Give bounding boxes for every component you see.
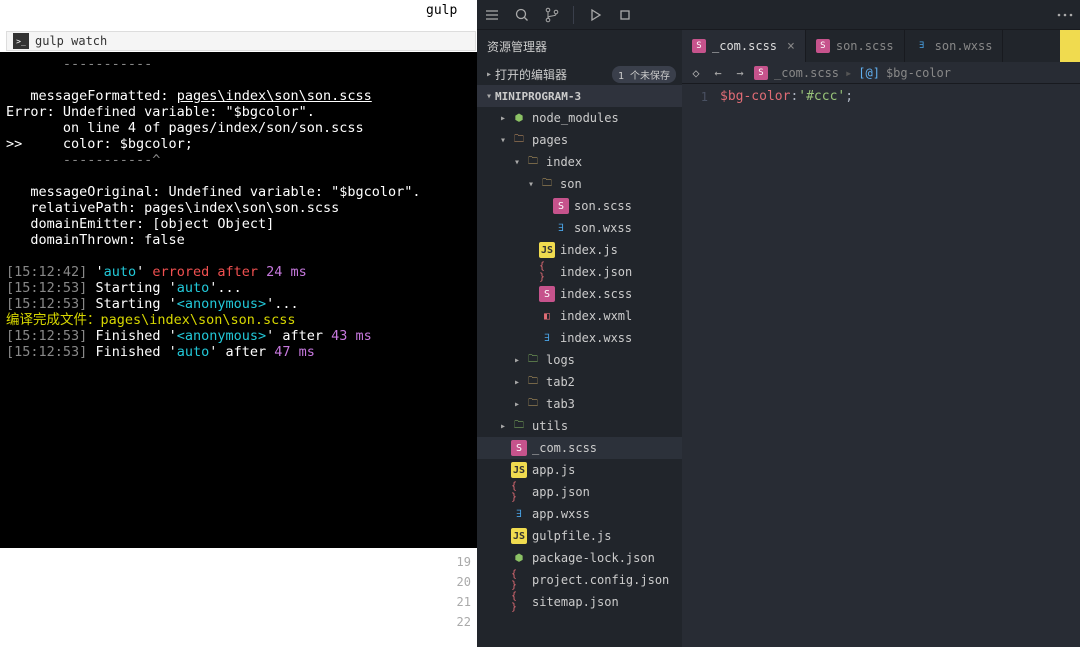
unsaved-badge: 1 个未保存 <box>612 66 676 83</box>
code-editor[interactable]: 1 $bg-color:'#ccc'; <box>682 84 1080 647</box>
tab-js-overflow[interactable] <box>1060 30 1080 62</box>
branch-icon[interactable] <box>541 4 563 26</box>
json-file-icon: { } <box>511 594 527 610</box>
wxss-file-icon: ∃ <box>915 39 929 53</box>
editor-column: S _com.scss × S son.scss ∃ son.wxss ◇ ← <box>682 30 1080 647</box>
tree-index-wxml[interactable]: ◧index.wxml <box>477 305 682 327</box>
folder-icon: 🗀 <box>511 418 527 434</box>
scss-file-icon: S <box>816 39 830 53</box>
scss-file-icon: S <box>511 440 527 456</box>
back-icon[interactable]: ← <box>710 65 726 81</box>
tree-sitemap[interactable]: { }sitemap.json <box>477 591 682 613</box>
tab-son-scss[interactable]: S son.scss <box>806 30 905 62</box>
cut-off-text: gulp <box>426 3 457 18</box>
editor-tabs: S _com.scss × S son.scss ∃ son.wxss <box>682 30 1080 62</box>
bookmark-icon[interactable]: ◇ <box>688 65 704 81</box>
scss-file-icon: S <box>553 198 569 214</box>
folder-open-icon: 🗀 <box>539 176 555 192</box>
scss-file-icon: S <box>754 66 768 80</box>
json-file-icon: { } <box>511 572 527 588</box>
tree-index[interactable]: ▾🗀index <box>477 151 682 173</box>
json-file-icon: ⬢ <box>511 550 527 566</box>
code-content[interactable]: $bg-color:'#ccc'; <box>716 84 1080 647</box>
folder-icon: ⬢ <box>511 110 527 126</box>
wxss-file-icon: ∃ <box>553 220 569 236</box>
folder-icon: 🗀 <box>525 396 541 412</box>
tree-tab2[interactable]: ▸🗀tab2 <box>477 371 682 393</box>
forward-icon[interactable]: → <box>732 65 748 81</box>
tree-son-wxss[interactable]: ∃son.wxss <box>477 217 682 239</box>
project-header[interactable]: ▾ MINIPROGRAM-3 <box>477 85 682 107</box>
terminal-output[interactable]: ----------- messageFormatted: pages\inde… <box>0 52 477 548</box>
top-toolbar <box>477 0 1080 30</box>
line-number-gutter: 1 <box>682 84 716 647</box>
close-icon[interactable]: × <box>787 39 795 54</box>
terminal-title: gulp watch <box>35 34 107 48</box>
tree-node-modules[interactable]: ▸⬢node_modules <box>477 107 682 129</box>
tab-com-scss[interactable]: S _com.scss × <box>682 30 806 62</box>
terminal-title-bar[interactable]: >_ gulp watch <box>6 31 476 51</box>
tree-son-scss[interactable]: Sson.scss <box>477 195 682 217</box>
chevron-down-icon: ▾ <box>483 91 495 102</box>
js-file-icon: JS <box>511 528 527 544</box>
tree-index-json[interactable]: { }index.json <box>477 261 682 283</box>
tree-com-scss[interactable]: S_com.scss <box>477 437 682 459</box>
tree-tab3[interactable]: ▸🗀tab3 <box>477 393 682 415</box>
tab-son-wxss[interactable]: ∃ son.wxss <box>905 30 1004 62</box>
folder-icon: 🗀 <box>525 352 541 368</box>
scss-file-icon: S <box>539 286 555 302</box>
tree-son[interactable]: ▾🗀son <box>477 173 682 195</box>
wxml-file-icon: ◧ <box>539 308 555 324</box>
menu-icon[interactable] <box>481 4 503 26</box>
folder-icon: 🗀 <box>525 374 541 390</box>
breadcrumb[interactable]: ◇ ← → S _com.scss ▸ [@] $bg-color <box>682 62 1080 84</box>
folder-open-icon: 🗀 <box>511 132 527 148</box>
wxss-file-icon: ∃ <box>511 506 527 522</box>
stop-icon[interactable] <box>614 4 636 26</box>
json-file-icon: { } <box>511 484 527 500</box>
tree-utils[interactable]: ▸🗀utils <box>477 415 682 437</box>
tree-logs[interactable]: ▸🗀logs <box>477 349 682 371</box>
breadcrumb-file[interactable]: _com.scss <box>774 66 839 80</box>
tree-project-config[interactable]: { }project.config.json <box>477 569 682 591</box>
explorer-sidebar: 资源管理器 ▸ 打开的编辑器 1 个未保存 ▾ MINIPROGRAM-3 ▸⬢… <box>477 30 682 647</box>
open-editors-section[interactable]: ▸ 打开的编辑器 1 个未保存 <box>477 63 682 85</box>
wxss-file-icon: ∃ <box>539 330 555 346</box>
tree-index-js[interactable]: JSindex.js <box>477 239 682 261</box>
tree-app-js[interactable]: JSapp.js <box>477 459 682 481</box>
tree-app-json[interactable]: { }app.json <box>477 481 682 503</box>
tree-package-lock[interactable]: ⬢package-lock.json <box>477 547 682 569</box>
chevron-right-icon: ▸ <box>483 69 495 80</box>
js-file-icon: JS <box>539 242 555 258</box>
terminal-panel: gulp >_ gulp watch ----------- messageFo… <box>0 0 477 647</box>
folder-open-icon: 🗀 <box>525 154 541 170</box>
breadcrumb-symbol[interactable]: $bg-color <box>886 66 951 80</box>
chevron-right-icon: ▸ <box>845 66 852 80</box>
tree-index-scss[interactable]: Sindex.scss <box>477 283 682 305</box>
scss-file-icon: S <box>692 39 706 53</box>
tree-gulpfile[interactable]: JSgulpfile.js <box>477 525 682 547</box>
vscode-editor: 资源管理器 ▸ 打开的编辑器 1 个未保存 ▾ MINIPROGRAM-3 ▸⬢… <box>477 0 1080 647</box>
tree-index-wxss[interactable]: ∃index.wxss <box>477 327 682 349</box>
json-file-icon: { } <box>539 264 555 280</box>
explorer-title: 资源管理器 <box>477 30 682 63</box>
symbol-icon: [@] <box>858 66 880 80</box>
background-editor-gutter: 19 20 21 22 <box>440 552 477 632</box>
tree-pages[interactable]: ▾🗀pages <box>477 129 682 151</box>
js-file-icon: JS <box>511 462 527 478</box>
search-icon[interactable] <box>511 4 533 26</box>
terminal-icon: >_ <box>13 33 29 49</box>
tree-app-wxss[interactable]: ∃app.wxss <box>477 503 682 525</box>
more-icon[interactable] <box>1054 4 1076 26</box>
debug-icon[interactable] <box>584 4 606 26</box>
